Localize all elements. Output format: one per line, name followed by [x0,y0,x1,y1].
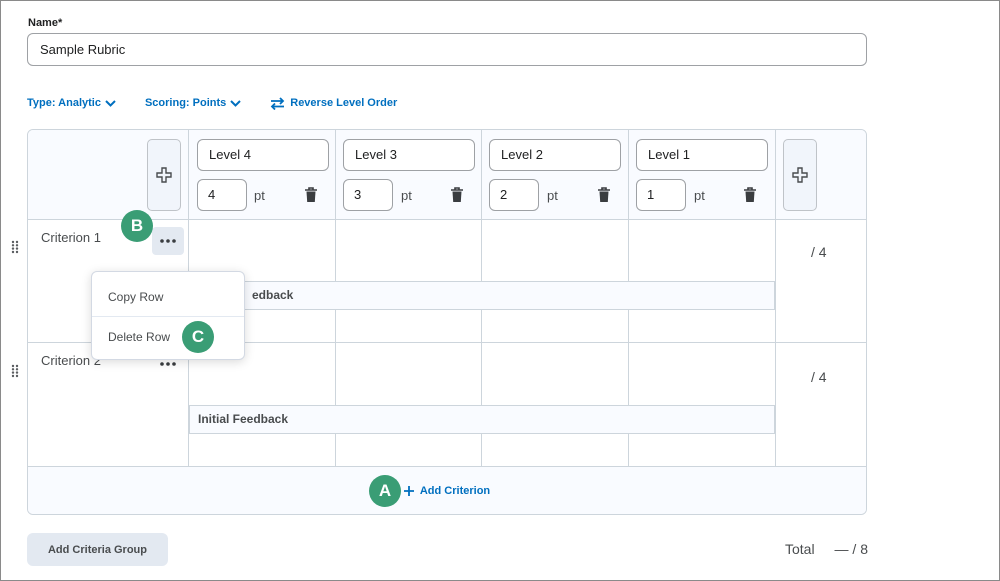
scoring-dropdown[interactable]: Scoring: Points [145,97,241,109]
callout-badge-a: A [369,475,401,507]
plus-icon [403,485,414,496]
delete-row-menu-item[interactable]: Delete Row [92,317,244,357]
plus-icon [156,167,172,183]
rubric-toolbar: Type: Analytic Scoring: Points Reverse L… [27,94,397,112]
add-level-left-button[interactable] [147,139,181,211]
swap-arrows-icon [270,96,285,110]
add-criterion-label: Add Criterion [419,484,491,497]
trash-icon[interactable] [743,187,757,203]
points-unit: pt [401,188,412,203]
trash-icon[interactable] [304,187,318,203]
criterion-name[interactable]: Criterion 1 [41,230,101,245]
trash-icon[interactable] [597,187,611,203]
copy-row-menu-item[interactable]: Copy Row [92,277,244,317]
add-criteria-group-button[interactable]: Add Criteria Group [27,533,168,566]
level-name-input[interactable]: Level 1 [636,139,768,171]
trash-icon[interactable] [450,187,464,203]
criterion-score: / 4 [811,244,827,260]
ellipsis-icon [160,239,176,243]
initial-feedback-field[interactable]: edback [189,281,775,310]
criterion-score: / 4 [811,369,827,385]
reverse-label: Reverse Level Order [290,97,398,109]
reverse-level-order-button[interactable]: Reverse Level Order [270,96,398,110]
drag-handle-icon[interactable] [11,364,19,378]
scoring-label: Scoring: Points [144,97,227,109]
add-criterion-button[interactable]: Add Criterion [28,466,866,514]
points-unit: pt [254,188,265,203]
points-unit: pt [547,188,558,203]
callout-badge-b: B [121,210,153,242]
level-points-input[interactable]: 1 [636,179,686,211]
level-points-input[interactable]: 4 [197,179,247,211]
feedback-label: edback [252,288,294,302]
chevron-down-icon [105,99,116,107]
level-name-input[interactable]: Level 4 [197,139,329,171]
add-level-right-button[interactable] [783,139,817,211]
level-name-input[interactable]: Level 3 [343,139,475,171]
ellipsis-icon [160,362,176,366]
callout-badge-c: C [182,321,214,353]
drag-handle-icon[interactable] [11,240,19,254]
criterion-more-button[interactable] [152,227,184,255]
level-points-input[interactable]: 3 [343,179,393,211]
total-label: Total [785,541,815,557]
plus-icon [792,167,808,183]
initial-feedback-field[interactable]: Initial Feedback [189,405,775,434]
level-points-input[interactable]: 2 [489,179,539,211]
type-label: Type: Analytic [27,97,101,109]
criterion-context-menu: Copy Row Delete Row [91,271,245,360]
points-unit: pt [694,188,705,203]
name-label: Name* [28,17,63,29]
name-input[interactable]: Sample Rubric [27,33,867,66]
level-name-input[interactable]: Level 2 [489,139,621,171]
total-score: — / 8 [834,541,868,557]
type-dropdown[interactable]: Type: Analytic [27,97,116,109]
chevron-down-icon [230,99,241,107]
